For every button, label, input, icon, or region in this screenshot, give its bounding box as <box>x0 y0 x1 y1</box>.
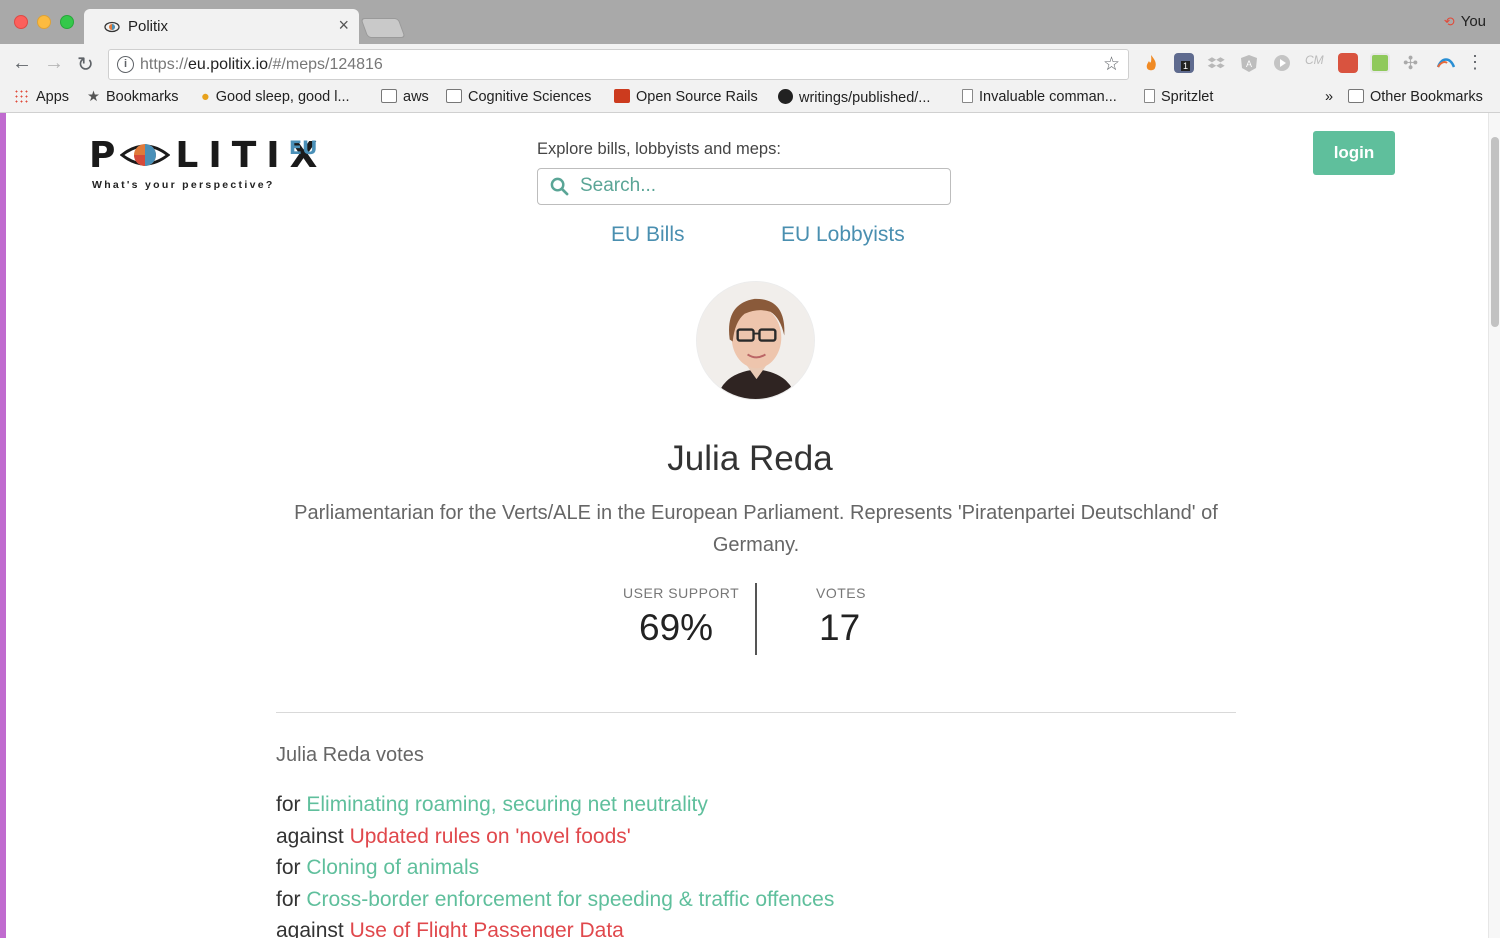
arc-extension-icon[interactable] <box>1436 53 1456 73</box>
file-icon <box>962 89 973 103</box>
bookmark-writings[interactable]: writings/published/... <box>778 89 930 106</box>
vote-bill-link[interactable]: Cross-border enforcement for speeding & … <box>306 888 834 911</box>
vote-position: against <box>276 824 344 848</box>
bookmark-open-source-rails[interactable]: Open Source Rails <box>614 89 758 105</box>
tab-close-icon[interactable]: × <box>338 15 349 36</box>
scrollbar-thumb[interactable] <box>1491 137 1499 327</box>
star-icon: ★ <box>87 89 100 105</box>
fire-extension-icon[interactable] <box>1141 53 1161 73</box>
rails-icon <box>614 89 630 103</box>
profile-icon: ⟲ <box>1443 14 1455 29</box>
folder-icon <box>381 89 397 103</box>
stat-label-user-support: USER SUPPORT <box>623 585 740 601</box>
dropbox-extension-icon[interactable] <box>1206 53 1226 73</box>
red-extension-icon[interactable] <box>1338 53 1358 73</box>
back-arrow-icon[interactable]: ← <box>12 52 32 75</box>
bookmarks-bar: Apps ★ Bookmarks ● Good sleep, good l... a… <box>0 84 1500 113</box>
stat-label-votes: VOTES <box>816 585 866 601</box>
apps-grid-icon <box>14 89 30 103</box>
window-close-button[interactable] <box>14 15 28 29</box>
bookmarks-overflow-button[interactable]: » <box>1325 89 1333 105</box>
mep-name: Julia Reda <box>667 439 833 478</box>
profile-name: You <box>1460 13 1486 30</box>
url-text[interactable]: https://eu.politix.io/#/meps/124816 <box>140 56 383 74</box>
mep-portrait-image <box>697 282 814 399</box>
bookmark-other-bookmarks[interactable]: Other Bookmarks <box>1348 89 1483 105</box>
profile-button[interactable]: ⟲ You <box>1444 13 1486 30</box>
bookmark-aws[interactable]: aws <box>381 89 429 105</box>
vote-list: for Eliminating roaming, securing net ne… <box>276 789 834 938</box>
vote-position: against <box>276 919 344 938</box>
forward-arrow-icon[interactable]: → <box>44 52 64 75</box>
tab-title: Politix <box>128 18 169 35</box>
logo-suffix: EU <box>289 137 318 159</box>
nav-link-eu-bills[interactable]: EU Bills <box>611 223 685 247</box>
search-icon <box>550 177 569 196</box>
politix-logo[interactable]: P LITIX EU What's your perspective? <box>89 135 329 195</box>
folder-icon <box>446 89 462 103</box>
search-input[interactable] <box>580 171 940 201</box>
vote-bill-link[interactable]: Updated rules on 'novel foods' <box>350 825 631 848</box>
window-minimize-button[interactable] <box>37 15 51 29</box>
lastpass-extension-icon[interactable]: 1 <box>1174 53 1194 73</box>
stat-value-user-support: 69% <box>639 607 714 648</box>
vote-position: for <box>276 856 301 879</box>
new-tab-button[interactable] <box>360 18 406 38</box>
chrome-menu-icon[interactable]: ⋮ <box>1466 52 1484 73</box>
window-maximize-button[interactable] <box>60 15 74 29</box>
login-button[interactable]: login <box>1313 131 1395 175</box>
lightbulb-icon: ● <box>201 89 210 105</box>
puzzle-extension-icon[interactable]: ✣ <box>1403 53 1423 73</box>
svg-text:A: A <box>1246 59 1252 69</box>
stat-divider <box>755 583 757 655</box>
mep-description: Parliamentarian for the Verts/ALE in the… <box>294 502 1218 556</box>
extension-badge: 1 <box>1181 61 1191 71</box>
vote-row: against Use of Flight Passenger Data <box>276 915 834 938</box>
vote-position: for <box>276 793 301 816</box>
page-content: P LITIX EU What's your perspective? Explo… <box>6 113 1488 938</box>
vote-bill-link[interactable]: Use of Flight Passenger Data <box>350 919 624 938</box>
votes-heading: Julia Reda votes <box>276 744 424 766</box>
play-extension-icon[interactable] <box>1272 53 1292 73</box>
cm-extension-icon[interactable]: CM <box>1305 53 1325 73</box>
logo-tagline: What's your perspective? <box>92 179 275 191</box>
page-scrollbar[interactable] <box>1488 113 1500 938</box>
stat-value-votes: 17 <box>819 607 861 648</box>
vote-position: for <box>276 887 301 911</box>
browser-tab[interactable]: Politix × <box>84 9 359 44</box>
bookmark-star-icon[interactable]: ☆ <box>1103 53 1120 76</box>
folder-icon <box>1348 89 1364 103</box>
browser-tabstrip: Politix × ⟲ You <box>0 0 1500 44</box>
file-icon <box>1144 89 1155 103</box>
site-info-icon[interactable]: i <box>117 56 134 73</box>
angular-extension-icon[interactable]: A <box>1239 53 1259 73</box>
vote-row: for Cloning of animals <box>276 852 834 884</box>
github-icon <box>778 89 793 104</box>
bookmark-bookmarks[interactable]: ★ Bookmarks <box>87 89 179 105</box>
vote-row: for Eliminating roaming, securing net ne… <box>276 789 834 821</box>
bookmark-cognitive-sciences[interactable]: Cognitive Sciences <box>446 89 591 105</box>
bookmark-apps[interactable]: Apps <box>14 89 69 105</box>
politix-favicon-icon <box>104 21 120 33</box>
browser-toolbar: ← → ↻ i https://eu.politix.io/#/meps/124… <box>0 44 1500 84</box>
vote-bill-link[interactable]: Cloning of animals <box>306 856 479 879</box>
bookmark-invaluable-commands[interactable]: Invaluable comman... <box>962 89 1117 105</box>
address-bar[interactable]: i https://eu.politix.io/#/meps/124816 ☆ <box>108 49 1129 80</box>
green-extension-icon[interactable] <box>1370 53 1390 73</box>
explore-label: Explore bills, lobbyists and meps: <box>537 140 781 158</box>
vote-row: against Updated rules on 'novel foods' <box>276 821 834 853</box>
vote-row: for Cross-border enforcement for speedin… <box>276 884 834 916</box>
bookmark-good-sleep[interactable]: ● Good sleep, good l... <box>201 89 350 105</box>
section-divider <box>276 712 1236 713</box>
search-box[interactable] <box>537 168 951 205</box>
nav-link-eu-lobbyists[interactable]: EU Lobbyists <box>781 223 905 247</box>
bookmark-spritzlet[interactable]: Spritzlet <box>1144 89 1213 105</box>
mep-avatar <box>696 281 815 400</box>
reload-icon[interactable]: ↻ <box>77 52 94 77</box>
vote-bill-link[interactable]: Eliminating roaming, securing net neutra… <box>306 793 708 816</box>
